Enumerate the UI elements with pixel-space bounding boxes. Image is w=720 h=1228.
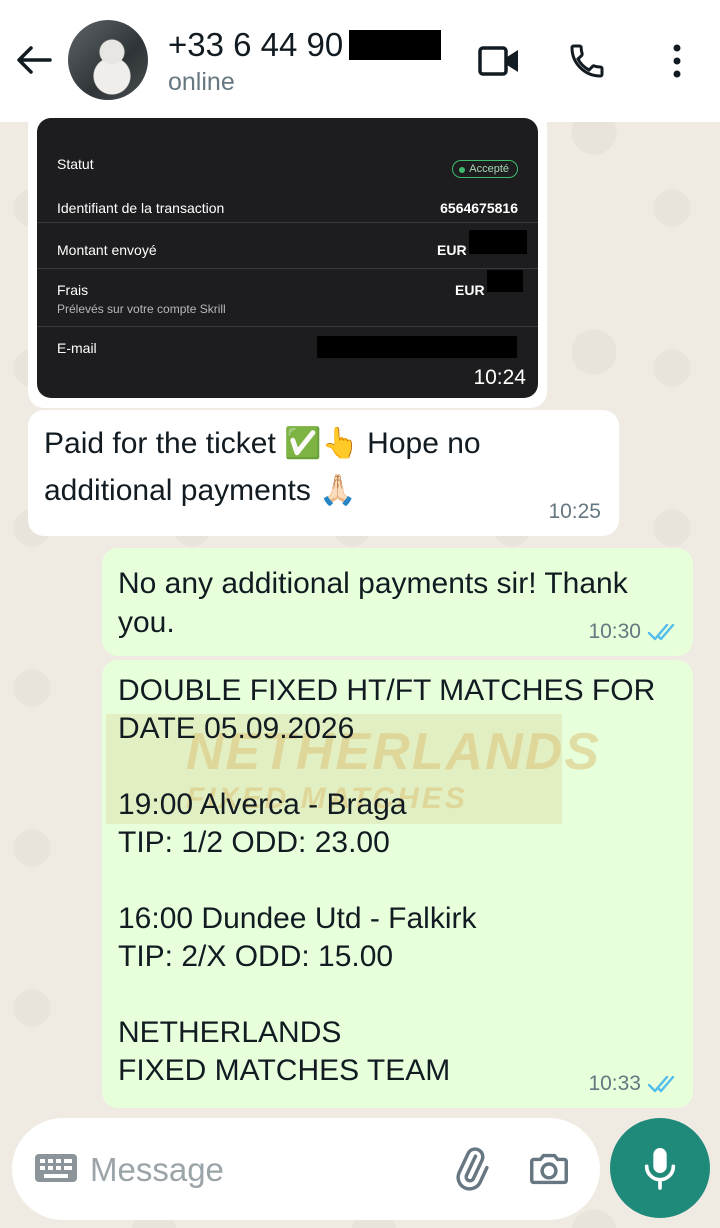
message-time: 10:30 [588, 620, 641, 643]
redaction-bar [317, 336, 517, 358]
keyboard-icon[interactable] [34, 1153, 78, 1183]
message-line: DATE 05.09.2026 [118, 712, 355, 745]
message-time: 10:25 [548, 500, 601, 523]
receipt-tx-value: 6564675816 [440, 200, 518, 216]
redaction-bar [469, 230, 527, 254]
receipt-amount-currency: EUR [437, 242, 467, 258]
message-line: 16:00 Dundee Utd - Falkirk [118, 902, 477, 935]
contact-info[interactable]: +33 6 44 90 online [168, 26, 442, 97]
back-arrow-icon[interactable] [14, 38, 54, 82]
receipt-fees-currency: EUR [455, 282, 485, 298]
chat-header: +33 6 44 90 online [0, 0, 720, 122]
contact-name: +33 6 44 90 [168, 26, 344, 63]
receipt-fees-sub: Prélevés sur votre compte Skrill [57, 302, 226, 316]
redaction-bar [349, 30, 442, 60]
more-vert-icon[interactable] [654, 38, 700, 84]
receipt-status-label: Statut [57, 156, 94, 172]
double-check-icon [647, 1075, 675, 1093]
status-badge: Accepté [452, 160, 518, 178]
message-line: TIP: 2/X ODD: 15.00 [118, 940, 394, 973]
payment-receipt-image[interactable]: Statut Accepté Identifiant de la transac… [37, 118, 538, 398]
message-meta: 10:33 [588, 1072, 679, 1096]
message-line [118, 976, 677, 1014]
message-composer [12, 1118, 600, 1220]
message-line: TIP: 1/2 ODD: 23.00 [118, 826, 390, 859]
image-message[interactable]: Statut Accepté Identifiant de la transac… [28, 110, 547, 408]
message-line: DOUBLE FIXED HT/FT MATCHES FOR [118, 674, 656, 707]
message-time: 10:24 [473, 366, 526, 389]
message-text: DOUBLE FIXED HT/FT MATCHES FOR DATE 05.0… [118, 672, 677, 1090]
message-line [118, 862, 677, 900]
chat-screen: +33 6 44 90 online Statut Accepté Identi… [0, 0, 720, 1228]
attach-icon[interactable] [448, 1146, 494, 1192]
mic-icon[interactable] [610, 1118, 710, 1218]
double-check-icon [647, 623, 675, 641]
message-meta: 10:30 [588, 620, 679, 644]
message-text: Paid for the ticket ✅👆 Hope no additiona… [44, 427, 481, 507]
outgoing-message[interactable]: NETHERLANDS FIXED MATCHES DOUBLE FIXED H… [102, 660, 693, 1108]
camera-icon[interactable] [526, 1146, 572, 1192]
incoming-message[interactable]: Paid for the ticket ✅👆 Hope no additiona… [28, 410, 619, 536]
avatar[interactable] [68, 20, 148, 100]
outgoing-message[interactable]: No any additional payments sir! Thank yo… [102, 548, 693, 656]
message-line [118, 748, 677, 786]
receipt-fees-label: Frais [57, 282, 89, 298]
contact-status: online [168, 68, 235, 96]
message-text: No any additional payments sir! Thank yo… [118, 567, 628, 639]
redaction-bar [487, 270, 523, 292]
message-input[interactable] [90, 1148, 420, 1192]
phone-icon[interactable] [564, 38, 610, 84]
message-line: 19:00 Alverca - Braga [118, 788, 407, 821]
video-call-icon[interactable] [476, 38, 522, 84]
message-time: 10:33 [588, 1072, 641, 1095]
message-line: NETHERLANDS [118, 1016, 342, 1049]
